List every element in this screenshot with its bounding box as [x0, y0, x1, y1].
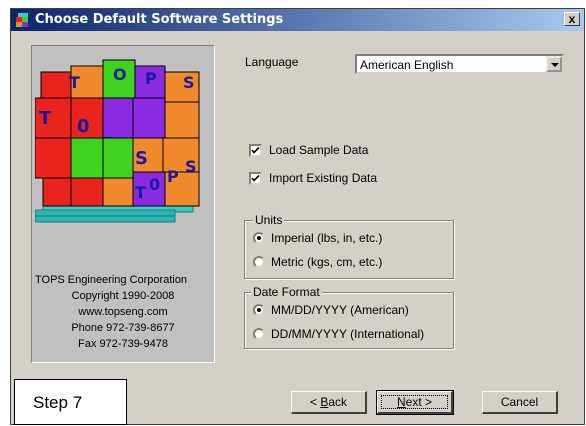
- logo-letter-t: T: [69, 73, 80, 92]
- step-label: Step 7: [14, 379, 127, 425]
- company-name: TOPS Engineering Corporation: [35, 274, 188, 286]
- svg-text:0: 0: [149, 175, 160, 194]
- tops-logo-image: T O P S T 0 P S T 0 P: [35, 59, 200, 223]
- close-button[interactable]: x: [564, 12, 580, 26]
- svg-text:P: P: [167, 167, 179, 186]
- title-bar[interactable]: Choose Default Software Settings x: [11, 9, 584, 31]
- units-metric-label[interactable]: Metric (kgs, cm, etc.): [271, 255, 382, 269]
- fax-text: Fax 972-739-9478: [78, 338, 168, 350]
- language-label: Language: [245, 55, 299, 69]
- logo-letter-s: S: [183, 73, 195, 92]
- units-metric-radio[interactable]: [253, 256, 265, 268]
- copyright-text: Copyright 1990-2008: [71, 290, 175, 302]
- chevron-down-icon[interactable]: [546, 56, 562, 72]
- date-international-radio[interactable]: [253, 328, 265, 340]
- units-group: Units Imperial (lbs, in, etc.) Metric (k…: [244, 213, 454, 279]
- units-imperial-label[interactable]: Imperial (lbs, in, etc.): [271, 231, 382, 245]
- back-rest: ack: [328, 395, 348, 409]
- date-format-group: Date Format MM/DD/YYYY (American) DD/MM/…: [244, 285, 454, 349]
- cancel-button[interactable]: Cancel: [482, 391, 558, 414]
- close-icon: x: [568, 12, 576, 26]
- logo-letter-p: P: [145, 69, 157, 88]
- date-american-radio[interactable]: [253, 304, 265, 316]
- dialog-window: Choose Default Software Settings x T O P…: [10, 8, 585, 425]
- focus-indicator: [381, 395, 448, 409]
- svg-text:T: T: [39, 108, 52, 129]
- load-sample-checkbox[interactable]: [249, 144, 262, 157]
- import-existing-label[interactable]: Import Existing Data: [269, 171, 377, 185]
- language-select[interactable]: American English: [355, 54, 564, 74]
- svg-text:T: T: [135, 183, 146, 202]
- date-international-label[interactable]: DD/MM/YYYY (International): [271, 327, 424, 341]
- website-text: www.topseng.com: [78, 306, 168, 318]
- load-sample-label[interactable]: Load Sample Data: [269, 143, 368, 157]
- date-american-label[interactable]: MM/DD/YYYY (American): [271, 303, 409, 317]
- company-info: TOPS Engineering Corporation Copyright 1…: [32, 272, 214, 352]
- checkmark-icon: [251, 146, 260, 154]
- svg-text:S: S: [185, 157, 197, 176]
- svg-text:S: S: [135, 148, 148, 169]
- language-value: American English: [360, 58, 454, 72]
- app-icon: [16, 13, 28, 27]
- window-title: Choose Default Software Settings: [35, 12, 284, 27]
- checkmark-icon: [251, 174, 260, 182]
- date-format-group-label: Date Format: [251, 285, 322, 299]
- svg-text:0: 0: [77, 116, 90, 137]
- back-button[interactable]: < Back: [291, 391, 367, 414]
- logo-letter-o: O: [113, 65, 127, 84]
- next-button[interactable]: Next >: [376, 390, 454, 415]
- units-imperial-radio[interactable]: [253, 232, 265, 244]
- back-prefix: <: [309, 395, 321, 409]
- import-existing-checkbox[interactable]: [249, 172, 262, 185]
- phone-text: Phone 972-739-8677: [71, 322, 175, 334]
- units-group-label: Units: [253, 213, 285, 227]
- logo-panel: T O P S T 0 P S T 0 P: [31, 45, 215, 363]
